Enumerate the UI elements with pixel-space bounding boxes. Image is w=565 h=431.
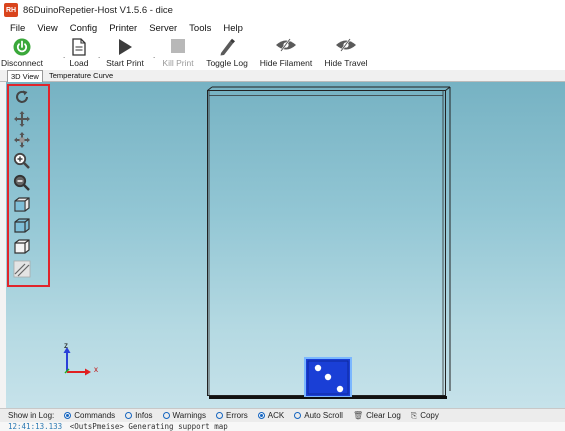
play-icon	[119, 39, 132, 55]
radio-unchecked-icon	[125, 412, 133, 419]
iso-view-icon[interactable]	[13, 196, 31, 214]
log-entry: 12:41:13.133 <OutsPmeise> Generating sup…	[0, 422, 565, 431]
eye-hidden-icon	[276, 38, 296, 52]
copy-icon: ⎘	[410, 410, 418, 420]
toggle-log-label: Toggle Log	[206, 58, 248, 68]
window-title: 86DuinoRepetier-Host V1.5.6 - dice	[23, 4, 173, 16]
reset-view-icon[interactable]	[13, 88, 31, 106]
start-print-button[interactable]: Start Print	[104, 36, 146, 70]
hide-travel-button[interactable]: Hide Travel	[320, 36, 372, 70]
toolbar: Disconnect . Load . Start Print . Kill P…	[0, 36, 565, 70]
show-in-log-label: Show in Log:	[8, 411, 55, 420]
hide-travel-label: Hide Travel	[324, 58, 368, 68]
start-print-label: Start Print	[106, 58, 144, 68]
hide-filament-label: Hide Filament	[259, 58, 313, 68]
start-dropdown-icon[interactable]: .	[98, 52, 102, 60]
menu-bar: File View Config Printer Server Tools He…	[0, 20, 565, 36]
pencil-icon	[220, 38, 235, 56]
kill-print-label: Kill Print	[162, 58, 194, 68]
menu-view[interactable]: View	[37, 23, 57, 34]
menu-printer[interactable]: Printer	[109, 23, 137, 34]
kill-print-button[interactable]: Kill Print	[158, 36, 198, 70]
radio-checked-icon	[64, 412, 72, 419]
log-commands-toggle[interactable]: Commands	[64, 411, 115, 420]
toggle-log-button[interactable]: Toggle Log	[201, 36, 253, 70]
power-icon	[13, 38, 31, 56]
copy-log-button[interactable]: ⎘ Copy	[411, 411, 439, 421]
stop-icon	[171, 39, 185, 53]
log-options-bar: Show in Log: Commands Infos Warnings Err…	[0, 408, 565, 422]
log-warnings-toggle[interactable]: Warnings	[162, 411, 206, 420]
radio-checked-icon	[257, 412, 265, 419]
log-auto-scroll-toggle[interactable]: Auto Scroll	[294, 411, 343, 420]
hide-filament-button[interactable]: Hide Filament	[256, 36, 316, 70]
document-icon	[72, 38, 86, 56]
load-label: Load	[69, 58, 89, 68]
log-ack-toggle[interactable]: ACK	[257, 411, 284, 420]
menu-help[interactable]: Help	[223, 23, 243, 34]
radio-unchecked-icon	[162, 412, 170, 419]
menu-file[interactable]: File	[10, 23, 25, 34]
app-logo-icon: RH	[4, 3, 18, 17]
side-view-icon[interactable]	[13, 238, 31, 256]
3d-view-canvas[interactable]: z x	[6, 82, 565, 408]
dice-model[interactable]	[304, 357, 352, 397]
clear-log-button[interactable]: 🗑 Clear Log	[353, 411, 401, 420]
kill-dropdown-icon[interactable]: .	[153, 52, 157, 60]
zoom-out-icon[interactable]	[13, 174, 31, 192]
move-icon[interactable]	[13, 110, 31, 128]
z-axis-label: z	[64, 341, 68, 350]
menu-config[interactable]: Config	[70, 23, 97, 34]
log-errors-toggle[interactable]: Errors	[216, 411, 248, 420]
x-axis-label: x	[94, 365, 98, 374]
menu-tools[interactable]: Tools	[189, 23, 211, 34]
slice-view-icon[interactable]	[13, 260, 31, 278]
view-tools-panel	[7, 84, 50, 287]
radio-unchecked-icon	[216, 412, 224, 419]
zoom-in-icon[interactable]	[13, 152, 31, 170]
disconnect-button[interactable]: Disconnect	[0, 36, 44, 70]
move-object-icon[interactable]	[13, 131, 31, 149]
title-bar: RH 86DuinoRepetier-Host V1.5.6 - dice	[0, 0, 565, 20]
view-tabs: 3D View Temperature Curve	[0, 70, 565, 82]
tab-3d-view[interactable]: 3D View	[7, 70, 43, 82]
front-view-icon[interactable]	[13, 217, 31, 235]
log-message: <OutsPmeise> Generating support map	[69, 422, 228, 431]
log-infos-toggle[interactable]: Infos	[125, 411, 153, 420]
radio-unchecked-icon	[294, 412, 302, 419]
load-button[interactable]: Load	[66, 36, 92, 70]
tab-temperature-curve[interactable]: Temperature Curve	[46, 70, 116, 82]
menu-server[interactable]: Server	[149, 23, 177, 34]
eye-hidden-icon	[336, 38, 356, 52]
trash-icon: 🗑	[352, 411, 364, 420]
disconnect-label: Disconnect	[0, 58, 44, 68]
log-timestamp: 12:41:13.133	[8, 422, 63, 431]
